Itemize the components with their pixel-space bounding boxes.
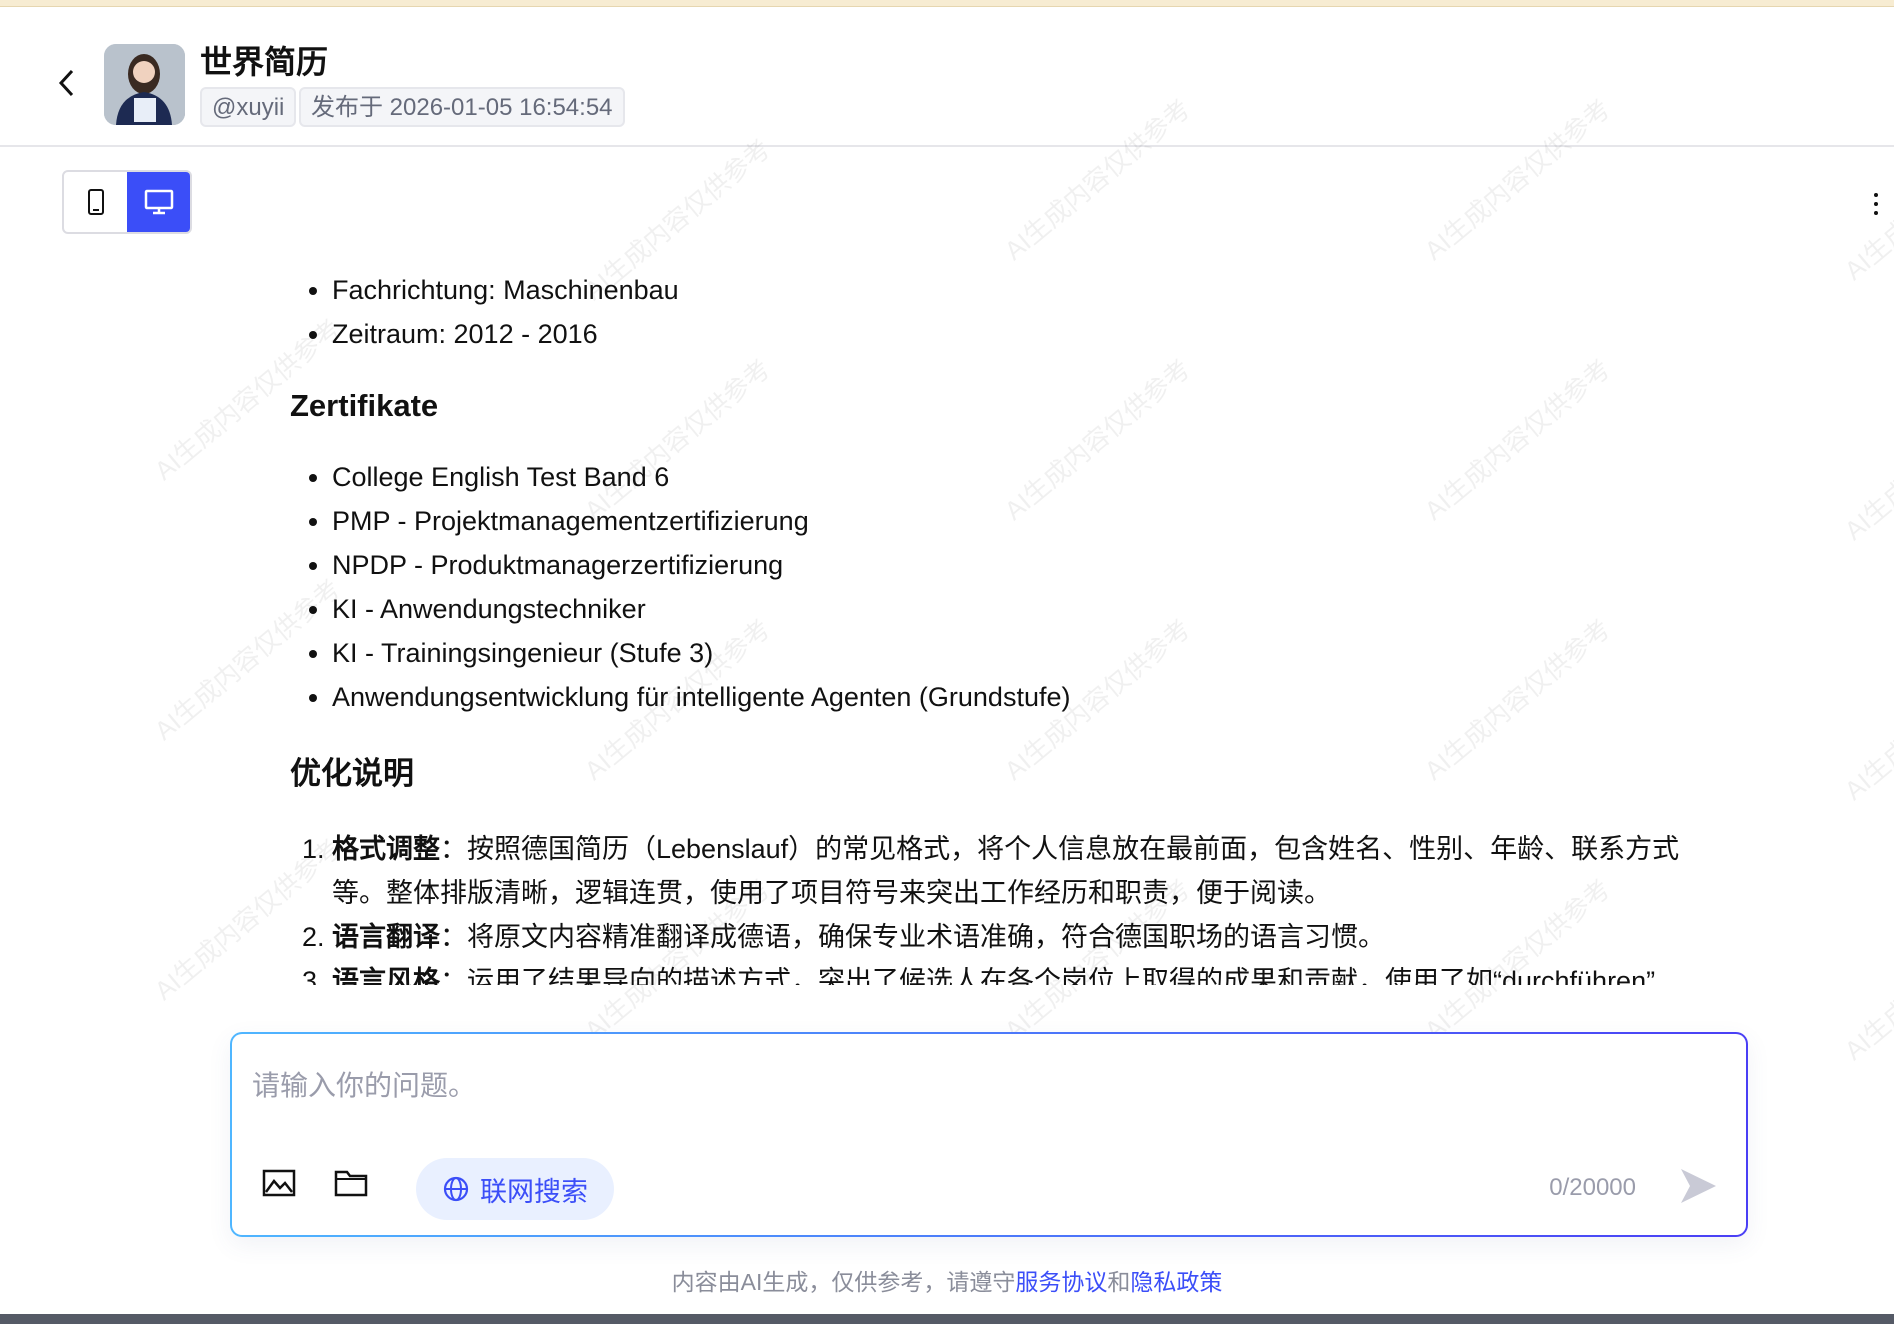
avatar bbox=[104, 44, 185, 125]
monitor-icon bbox=[144, 189, 173, 215]
web-search-label: 联网搜索 bbox=[480, 1176, 588, 1207]
section-heading-certificates: Zertifikate bbox=[290, 388, 439, 423]
and-text: 和 bbox=[1107, 1269, 1131, 1295]
question-input[interactable] bbox=[252, 1064, 1652, 1114]
note-label: 格式调整 bbox=[332, 834, 440, 864]
section-heading-notes: 优化说明 bbox=[290, 756, 414, 791]
mobile-view-button[interactable] bbox=[64, 172, 127, 232]
terms-link[interactable]: 服务协议 bbox=[1015, 1269, 1107, 1295]
note-text: ：运用了结果导向的描述方式，突出了候选人在各个岗位上取得的成果和贡献，使用了如“… bbox=[440, 966, 1656, 985]
more-options-icon[interactable] bbox=[1872, 190, 1880, 220]
char-count: 0/20000 bbox=[1549, 1174, 1636, 1201]
notes-list: 格式调整：按照德国简历（Lebenslauf）的常见格式，将个人信息放在最前面，… bbox=[332, 827, 1732, 985]
list-item: Anwendungsentwicklung für intelligente A… bbox=[332, 675, 1894, 719]
published-time: 发布于 2026-01-05 16:54:54 bbox=[299, 87, 625, 127]
disclaimer-text: 内容由AI生成，仅供参考，请遵守 bbox=[671, 1269, 1016, 1295]
phone-icon bbox=[87, 189, 104, 215]
view-toggle bbox=[62, 170, 192, 234]
window-bottom-edge bbox=[0, 1314, 1894, 1324]
education-list: Fachrichtung: Maschinenbau Zeitraum: 201… bbox=[332, 268, 1894, 356]
chat-input-box: 联网搜索 0/20000 bbox=[230, 1032, 1748, 1237]
list-item: 格式调整：按照德国简历（Lebenslauf）的常见格式，将个人信息放在最前面，… bbox=[332, 827, 1732, 915]
list-item: College English Test Band 6 bbox=[332, 455, 1894, 499]
chevron-left-icon bbox=[58, 69, 74, 97]
send-icon bbox=[1681, 1169, 1716, 1203]
resume-content: Fachrichtung: Maschinenbau Zeitraum: 201… bbox=[0, 240, 1894, 985]
list-item: KI - Anwendungstechniker bbox=[332, 587, 1894, 631]
send-button[interactable] bbox=[1678, 1166, 1718, 1211]
list-item: PMP - Projektmanagementzertifizierung bbox=[332, 499, 1894, 543]
footer-disclaimer: 内容由AI生成，仅供参考，请遵守服务协议和隐私政策 bbox=[0, 1263, 1894, 1297]
username-tag: @xuyii bbox=[200, 87, 297, 127]
privacy-link[interactable]: 隐私政策 bbox=[1130, 1269, 1222, 1295]
list-item: KI - Trainingsingenieur (Stufe 3) bbox=[332, 631, 1894, 675]
top-strip bbox=[0, 0, 1894, 7]
certificates-list: College English Test Band 6 PMP - Projek… bbox=[332, 455, 1894, 719]
note-label: 语言风格 bbox=[332, 966, 440, 985]
note-text: ：按照德国简历（Lebenslauf）的常见格式，将个人信息放在最前面，包含姓名… bbox=[332, 834, 1680, 908]
note-text: ：将原文内容精准翻译成德语，确保专业术语准确，符合德国职场的语言习惯。 bbox=[440, 922, 1385, 952]
back-button[interactable] bbox=[52, 65, 82, 101]
list-item: Zeitraum: 2012 - 2016 bbox=[332, 312, 1894, 356]
folder-icon[interactable] bbox=[334, 1168, 368, 1203]
note-label: 语言翻译 bbox=[332, 922, 440, 952]
list-item: 语言翻译：将原文内容精准翻译成德语，确保专业术语准确，符合德国职场的语言习惯。 bbox=[332, 915, 1732, 959]
list-item: 语言风格：运用了结果导向的描述方式，突出了候选人在各个岗位上取得的成果和贡献，使… bbox=[332, 959, 1732, 985]
globe-icon bbox=[443, 1176, 469, 1202]
list-item: NPDP - Produktmanagerzertifizierung bbox=[332, 543, 1894, 587]
list-item: Fachrichtung: Maschinenbau bbox=[332, 268, 1894, 312]
web-search-button[interactable]: 联网搜索 bbox=[416, 1158, 614, 1220]
page-title: 世界简历 bbox=[200, 44, 329, 80]
header: 世界简历 @xuyii 发布于 2026-01-05 16:54:54 bbox=[0, 7, 1894, 147]
desktop-view-button[interactable] bbox=[127, 172, 190, 232]
image-upload-icon[interactable] bbox=[262, 1168, 296, 1203]
